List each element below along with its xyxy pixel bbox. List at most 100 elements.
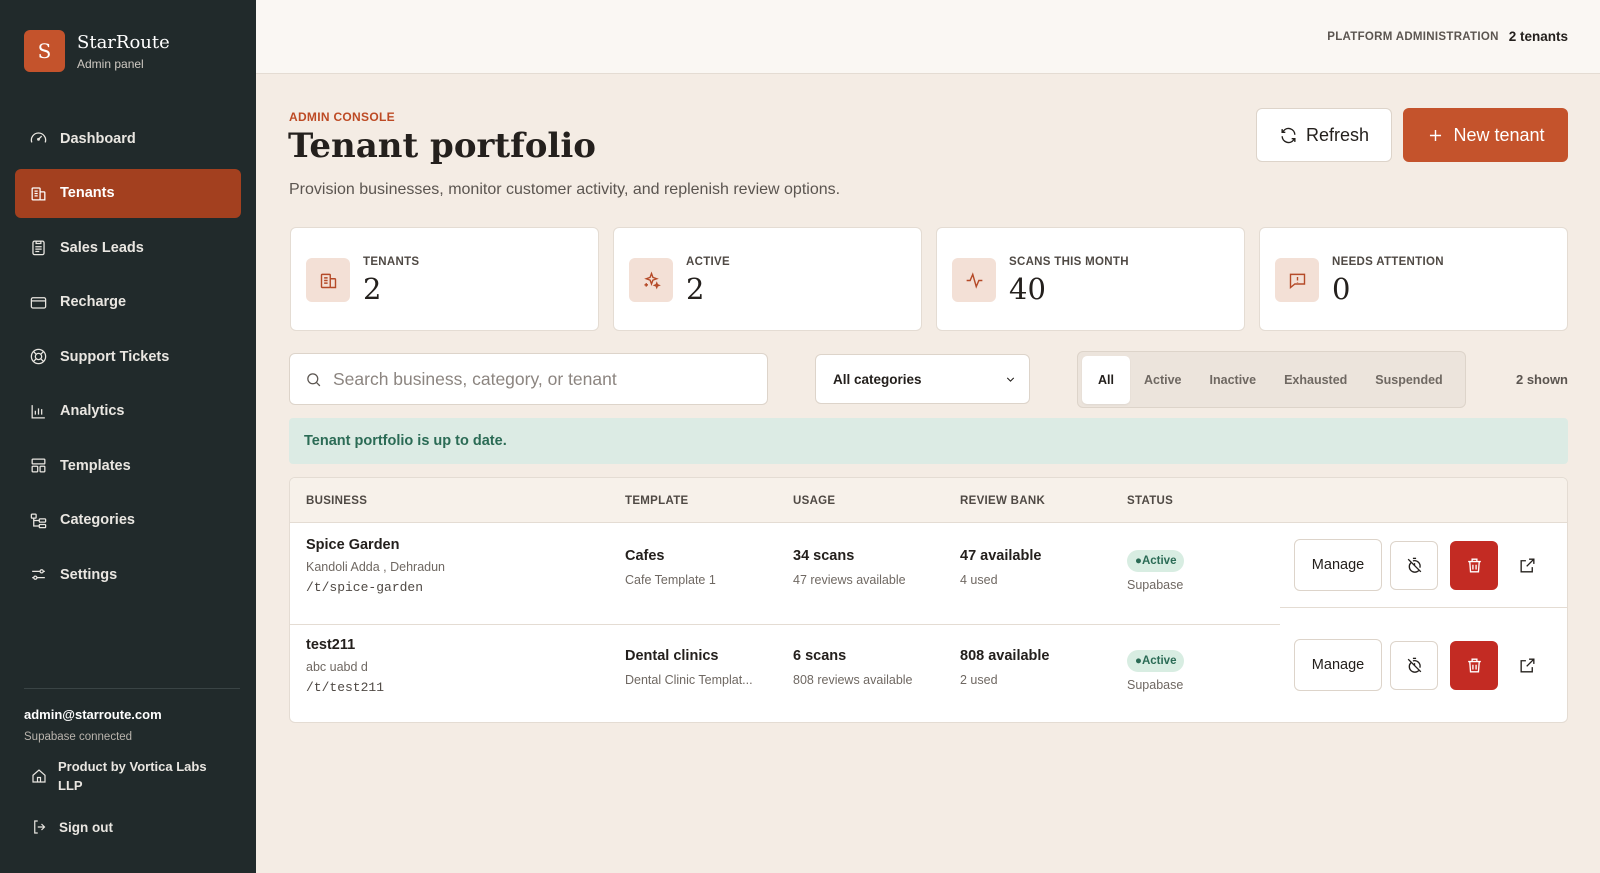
sign-out-icon xyxy=(34,820,46,834)
brand-subtitle: Admin panel xyxy=(77,56,144,71)
stat-value: 2 xyxy=(363,272,382,306)
search-input[interactable] xyxy=(333,368,753,390)
stat-value: 40 xyxy=(1009,272,1046,306)
status-backend: Supabase xyxy=(1127,578,1184,592)
delete-button[interactable] xyxy=(1450,641,1498,690)
sliders-icon xyxy=(32,569,45,580)
product-by-link[interactable]: Product by Vortica Labs LLP xyxy=(30,757,230,795)
sidebar-item-sales-leads[interactable]: Sales Leads xyxy=(15,223,241,272)
stat-label: ACTIVE xyxy=(686,256,730,268)
timer-off-icon xyxy=(1407,657,1421,673)
template-category: Cafes xyxy=(625,548,665,564)
usage-scans: 6 scans xyxy=(793,648,847,664)
sidebar-item-label: Templates xyxy=(60,457,131,474)
business-slug: /t/spice-garden xyxy=(306,580,424,595)
topbar: PLATFORM ADMINISTRATION 2 tenants xyxy=(256,0,1600,74)
sidebar-divider xyxy=(24,688,240,689)
search-icon xyxy=(307,372,321,386)
stat-label: NEEDS ATTENTION xyxy=(1332,256,1444,268)
refresh-icon xyxy=(1281,127,1296,143)
credit-card-icon xyxy=(30,296,47,309)
tree-icon xyxy=(30,513,47,528)
sidebar-item-label: Settings xyxy=(60,566,118,583)
lifebuoy-icon xyxy=(30,348,47,365)
layout-icon xyxy=(31,458,46,473)
sidebar: S StarRoute Admin panel Dashboard Tenant… xyxy=(0,0,256,873)
stat-label: SCANS THIS MONTH xyxy=(1009,256,1129,268)
sparkles-icon xyxy=(629,258,673,302)
row-divider xyxy=(1280,607,1567,608)
business-name: test211 xyxy=(306,637,356,653)
brand[interactable]: S StarRoute Admin panel xyxy=(24,30,170,72)
category-select[interactable]: All categories xyxy=(815,354,1030,404)
sidebar-item-label: Tenants xyxy=(60,185,115,201)
sidebar-item-analytics[interactable]: Analytics xyxy=(15,387,241,436)
category-select-value: All categories xyxy=(833,371,922,387)
trash-icon xyxy=(1467,558,1481,573)
connection-status: Supabase connected xyxy=(24,731,133,743)
sidebar-item-label: Support Tickets xyxy=(60,348,170,365)
tab-exhausted[interactable]: Exhausted xyxy=(1270,356,1361,404)
stat-value: 2 xyxy=(686,272,705,306)
review-bank-available: 47 available xyxy=(960,548,1042,564)
business-location: abc uabd d xyxy=(306,660,368,674)
tab-active[interactable]: Active xyxy=(1130,356,1196,404)
sidebar-item-support-tickets[interactable]: Support Tickets xyxy=(15,332,241,381)
stat-card-tenants: TENANTS 2 xyxy=(290,227,599,331)
page-subtitle: Provision businesses, monitor customer a… xyxy=(289,181,841,198)
topbar-label: PLATFORM ADMINISTRATION xyxy=(1327,30,1499,43)
plus-icon xyxy=(1430,129,1442,141)
chevron-down-icon xyxy=(1006,376,1015,382)
brand-logo: S xyxy=(24,30,65,72)
refresh-label: Refresh xyxy=(1305,124,1370,145)
status-badge: ●Active xyxy=(1127,550,1185,572)
open-external-button[interactable] xyxy=(1515,553,1539,577)
sign-out-label: Sign out xyxy=(59,819,113,835)
manage-button[interactable]: Manage xyxy=(1294,639,1382,691)
column-header-business: BUSINESS xyxy=(306,495,368,507)
usage-reviews: 47 reviews available xyxy=(793,573,906,587)
stat-card-scans: SCANS THIS MONTH 40 xyxy=(936,227,1245,331)
manage-button[interactable]: Manage xyxy=(1294,539,1382,591)
new-tenant-button[interactable]: New tenant xyxy=(1403,108,1568,162)
sidebar-item-tenants[interactable]: Tenants xyxy=(15,168,241,218)
tenant-count: 2 tenants xyxy=(1508,29,1568,44)
column-header-template: TEMPLATE xyxy=(625,495,689,507)
tab-all[interactable]: All xyxy=(1082,355,1130,404)
suspend-button[interactable] xyxy=(1390,541,1438,590)
tab-inactive[interactable]: Inactive xyxy=(1196,356,1271,404)
search-field[interactable] xyxy=(289,353,768,405)
open-external-button[interactable] xyxy=(1515,653,1539,677)
delete-button[interactable] xyxy=(1450,541,1498,590)
review-bank-used: 4 used xyxy=(960,573,998,587)
tenant-table: BUSINESS TEMPLATE USAGE REVIEW BANK STAT… xyxy=(289,477,1568,723)
sidebar-item-templates[interactable]: Templates xyxy=(15,441,241,490)
tab-suspended[interactable]: Suspended xyxy=(1361,356,1456,404)
stat-value: 0 xyxy=(1332,272,1351,306)
review-bank-used: 2 used xyxy=(960,673,998,687)
new-tenant-label: New tenant xyxy=(1453,124,1545,145)
timer-off-icon xyxy=(1407,557,1421,573)
brand-name: StarRoute xyxy=(77,31,170,53)
sidebar-item-recharge[interactable]: Recharge xyxy=(15,278,241,327)
building-icon xyxy=(306,258,350,302)
template-name: Cafe Template 1 xyxy=(625,573,716,587)
sidebar-item-categories[interactable]: Categories xyxy=(15,496,241,545)
refresh-button[interactable]: Refresh xyxy=(1256,108,1392,162)
stat-card-needs-attention: NEEDS ATTENTION 0 xyxy=(1259,227,1568,331)
column-header-usage: USAGE xyxy=(793,495,836,507)
sidebar-item-settings[interactable]: Settings xyxy=(15,550,241,599)
sidebar-item-label: Dashboard xyxy=(60,130,136,147)
sign-out-button[interactable]: Sign out xyxy=(31,818,113,836)
business-name: Spice Garden xyxy=(306,537,400,553)
sidebar-item-label: Analytics xyxy=(60,403,125,419)
trash-icon xyxy=(1467,658,1481,673)
account-email: admin@starroute.com xyxy=(24,707,162,722)
sidebar-nav: Dashboard Tenants Sales Leads Recharge S… xyxy=(15,114,241,605)
suspend-button[interactable] xyxy=(1390,641,1438,690)
table-row: Spice Garden Kandoli Adda , Dehradun /t/… xyxy=(290,524,1567,624)
template-category: Dental clinics xyxy=(625,648,719,664)
sidebar-item-dashboard[interactable]: Dashboard xyxy=(15,114,241,163)
product-by-label: Product by Vortica Labs LLP xyxy=(58,759,207,793)
alert-message-icon xyxy=(1275,258,1319,302)
